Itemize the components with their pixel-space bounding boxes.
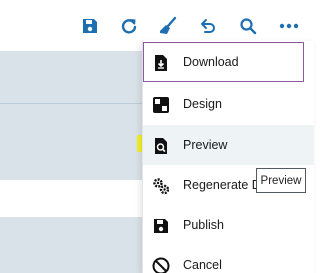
more-horizontal-icon: [279, 23, 299, 29]
broom-icon: [160, 16, 177, 34]
preview-tooltip: Preview: [256, 168, 306, 193]
clean-button[interactable]: [156, 14, 180, 38]
design-icon: [153, 97, 169, 113]
toolbar: [0, 14, 313, 38]
more-button[interactable]: [277, 14, 301, 38]
gears-icon: [153, 178, 170, 195]
more-actions-menu: Download Design Preview Regenerate Da Pu…: [142, 41, 314, 273]
refresh-button[interactable]: [117, 14, 141, 38]
preview-icon: [155, 138, 167, 154]
save-button[interactable]: [78, 14, 102, 38]
search-icon: [240, 18, 257, 35]
cancel-icon: [152, 257, 170, 273]
undo-icon: [201, 19, 215, 33]
menu-item-label: Download: [183, 55, 239, 69]
menu-item-label: Design: [183, 97, 222, 111]
menu-item-label: Cancel: [183, 258, 222, 272]
refresh-icon: [121, 19, 137, 34]
save-icon: [83, 19, 97, 33]
menu-item-label: Preview: [183, 138, 228, 152]
menu-item-label: Publish: [183, 218, 224, 232]
undo-button[interactable]: [196, 14, 220, 38]
menu-item-preview[interactable]: Preview: [143, 125, 314, 165]
publish-icon: [154, 219, 168, 233]
menu-item-download[interactable]: Download: [143, 42, 304, 82]
menu-item-cancel[interactable]: Cancel: [143, 245, 314, 273]
menu-item-design[interactable]: Design: [143, 84, 314, 124]
menu-item-publish[interactable]: Publish: [143, 205, 314, 245]
download-file-icon: [155, 55, 167, 71]
search-button[interactable]: [236, 14, 260, 38]
